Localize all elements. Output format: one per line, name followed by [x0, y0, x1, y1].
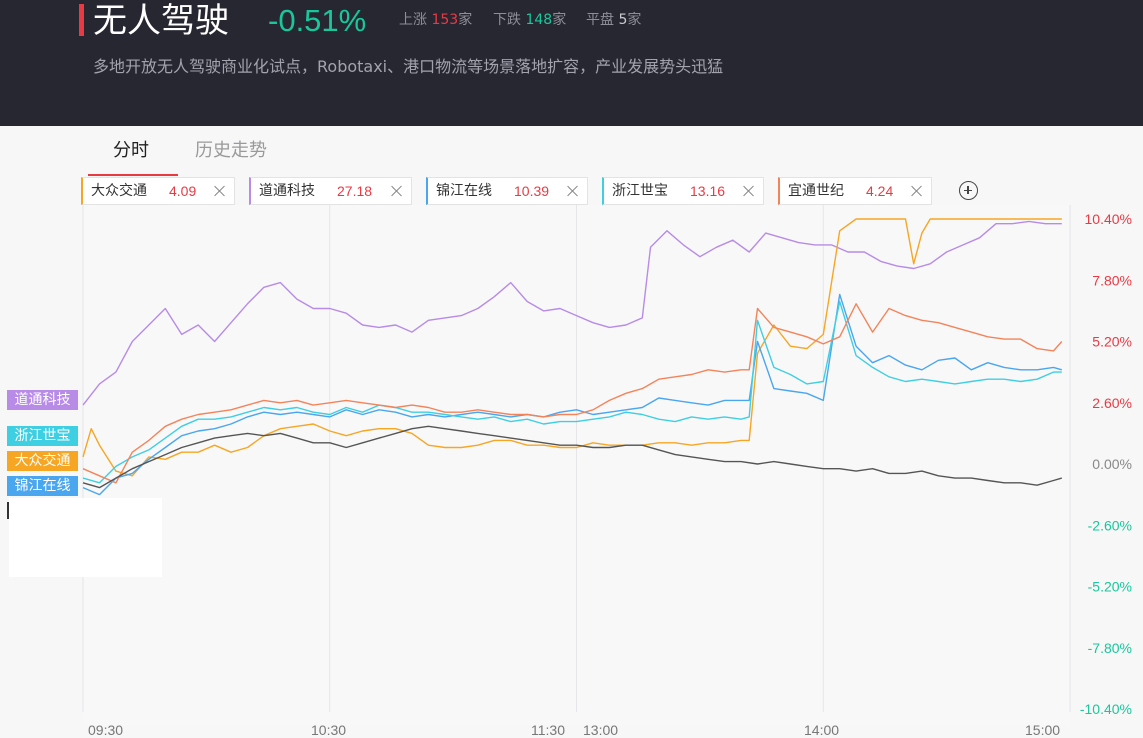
stock-chip[interactable]: 宜通世纪 4.24: [778, 177, 932, 205]
x-tick-label: 15:00: [1025, 722, 1060, 738]
subtitle: 多地开放无人驾驶商业化试点，Robotaxi、港口物流等场景落地扩容，产业发展势…: [93, 57, 724, 76]
y-tick-label: 2.60%: [1092, 395, 1132, 411]
stock-chip[interactable]: 锦江在线 10.39: [426, 177, 588, 205]
change-percent: -0.51%: [268, 3, 367, 38]
down-count: 148: [525, 12, 553, 28]
y-tick-label: -10.40%: [1080, 701, 1132, 717]
legend-tag: 浙江世宝: [7, 426, 78, 446]
up-stat: 上涨 153家: [399, 12, 473, 28]
stock-chip-price: 10.39: [514, 183, 550, 199]
y-tick-label: 0.00%: [1092, 456, 1132, 472]
x-tick-label: 13:00: [583, 722, 618, 738]
y-tick-label: -5.20%: [1088, 579, 1132, 595]
stock-chip-name: 宜通世纪: [788, 183, 844, 199]
y-tick-label: -7.80%: [1088, 640, 1132, 656]
add-stock-icon[interactable]: [959, 181, 978, 200]
close-icon[interactable]: [391, 185, 403, 197]
stock-chip[interactable]: 大众交通 4.09: [81, 177, 235, 205]
stock-chip-price: 4.09: [169, 183, 197, 199]
x-tick-label: 10:30: [311, 722, 346, 738]
title-accent-bar: [79, 4, 84, 36]
close-icon[interactable]: [214, 185, 226, 197]
stock-chip[interactable]: 道通科技 27.18: [249, 177, 412, 205]
cursor-marker: [7, 502, 9, 519]
x-tick-label: 11:30: [531, 722, 565, 738]
intraday-chart: 10.40% 7.80% 5.20% 2.60% 0.00% -2.60% -5.20% -7…: [82, 205, 1132, 738]
stock-chip[interactable]: 浙江世宝 13.16: [602, 177, 764, 205]
y-tick-label: 7.80%: [1092, 272, 1132, 288]
stock-chip-name: 大众交通: [91, 183, 147, 199]
stock-chip-name: 锦江在线: [436, 183, 492, 199]
active-tab-indicator: [88, 174, 178, 176]
x-tick-label: 09:30: [88, 722, 123, 738]
down-stat: 下跌 148家: [493, 12, 567, 28]
legend-tag: 锦江在线: [7, 476, 78, 496]
y-tick-label: -2.60%: [1088, 517, 1132, 533]
legend-tag: 大众交通: [7, 451, 78, 471]
stock-chip-price: 13.16: [690, 183, 726, 199]
stock-chip-price: 4.24: [866, 183, 894, 199]
stock-chip-name: 浙江世宝: [612, 183, 668, 199]
tooltip-panel: [9, 498, 162, 577]
y-tick-label: 5.20%: [1092, 334, 1132, 350]
close-icon[interactable]: [567, 185, 579, 197]
stock-chip-price: 27.18: [337, 183, 373, 199]
x-tick-label: 14:00: [804, 722, 839, 738]
tab-history[interactable]: 历史走势: [195, 139, 267, 163]
stock-chip-name: 道通科技: [259, 183, 315, 199]
legend-tag: 道通科技: [7, 390, 78, 410]
tab-intraday[interactable]: 分时: [113, 139, 149, 163]
close-icon[interactable]: [743, 185, 755, 197]
page-title: 无人驾驶: [93, 1, 229, 41]
flat-stat: 平盘 5家: [586, 12, 642, 28]
up-count: 153: [431, 12, 459, 28]
close-icon[interactable]: [911, 185, 923, 197]
header-bar: 无人驾驶 -0.51% 上涨 153家 下跌 148家 平盘 5家 多地开放无人…: [0, 0, 1143, 126]
y-tick-label: 10.40%: [1085, 211, 1132, 227]
